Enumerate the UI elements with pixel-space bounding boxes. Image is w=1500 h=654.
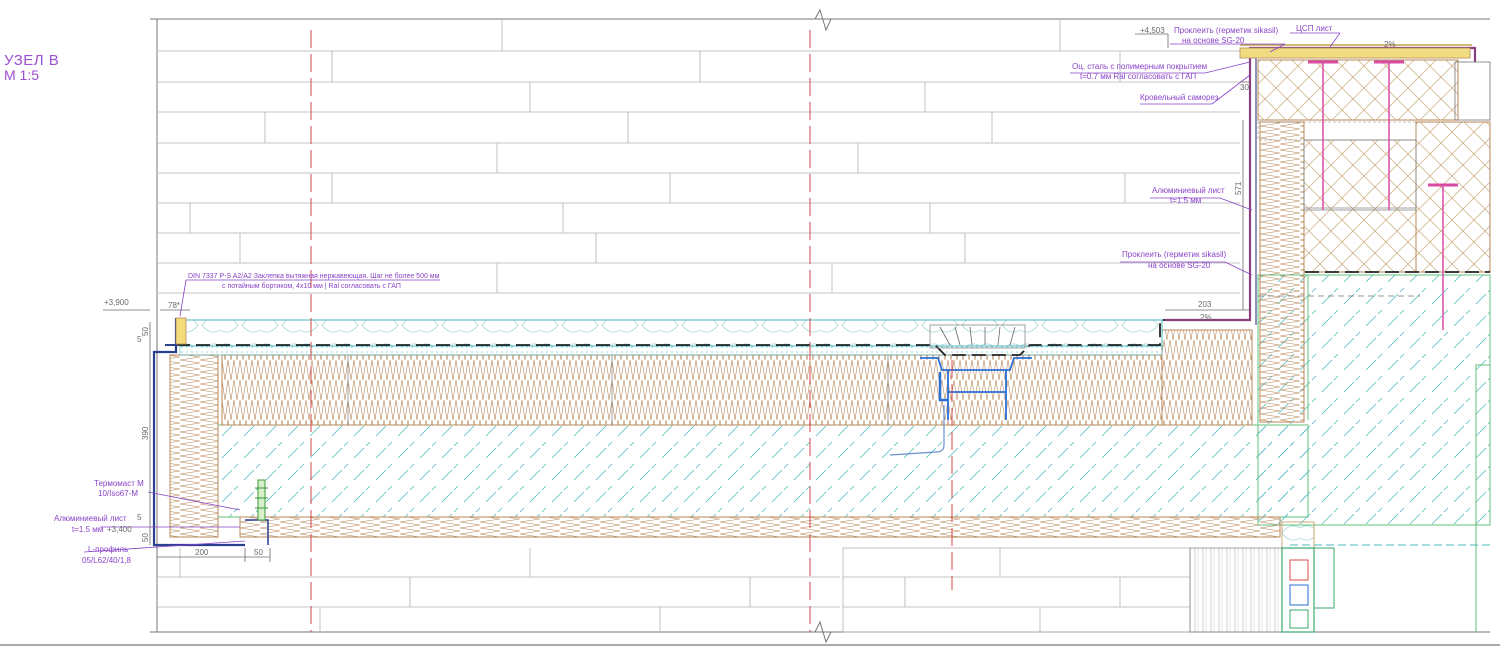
sealant-mid-label-2: на основе SG-20 [1148, 261, 1211, 270]
lprofile-label-2: 05/L62/40/1,8 [82, 556, 131, 565]
thermo-label-2: 10/Iso67-М [98, 489, 138, 498]
alum-left-label-1: Алюминиевый лист [54, 514, 127, 523]
thermo-label-1: Термомаст М [94, 479, 144, 488]
rivet-label-2: с потайным бортиком, 4х10 мм | Ral согла… [222, 282, 401, 290]
dim-30: 30 [1240, 83, 1249, 92]
slope-top-label: 2% [1384, 40, 1396, 49]
sealant-top-label-2: на основе SG-20 [1182, 36, 1245, 45]
dim-390: 390 [141, 426, 150, 440]
dim-5-bottom: 5 [137, 513, 142, 522]
elevation-4503: +4,503 [1140, 26, 1165, 35]
section-drawing: +4,503 Проклеить (герметик sikasil) на о… [0, 8, 1500, 646]
dim-571: 571 [1234, 181, 1243, 195]
dim-200: 200 [195, 548, 209, 557]
alum-right-label-1: Алюминиевый лист [1152, 186, 1225, 195]
elevation-3900: +3,900 [104, 298, 129, 307]
dim-5-top: 5 [137, 335, 142, 344]
tsp-sheet-label: ЦСП лист [1296, 24, 1333, 33]
elevation-3400: +3,400 [107, 525, 132, 534]
lprofile-label-1: L-профиль [88, 545, 128, 554]
dim-203: 203 [1198, 300, 1212, 309]
slope-mid-label: 2% [1200, 313, 1212, 322]
rivet-label-1: DIN 7337 P-S A2/A2 Заклепка вытяжная нер… [188, 272, 440, 280]
sealant-top-label-1: Проклеить (герметик sikasil) [1174, 26, 1279, 35]
steel-label-1: Оц. сталь с полимерным покрытием [1072, 62, 1207, 71]
sealant-mid-label-1: Проклеить (герметик sikasil) [1122, 250, 1227, 259]
screw-label: Кровельный саморез [1140, 93, 1219, 102]
dim-50-bottom: 50 [141, 533, 150, 542]
dim-78: 78* [168, 301, 180, 310]
dim-50-top: 50 [141, 327, 150, 336]
window-frame [1189, 547, 1335, 633]
steel-label-2: t=0.7 мм Ral согласовать с ГАП [1080, 72, 1196, 81]
alum-left-label-2: t=1.5 мм [72, 525, 103, 534]
alum-right-label-2: t=1.5 мм [1170, 196, 1201, 205]
dim-50-right: 50 [254, 548, 263, 557]
